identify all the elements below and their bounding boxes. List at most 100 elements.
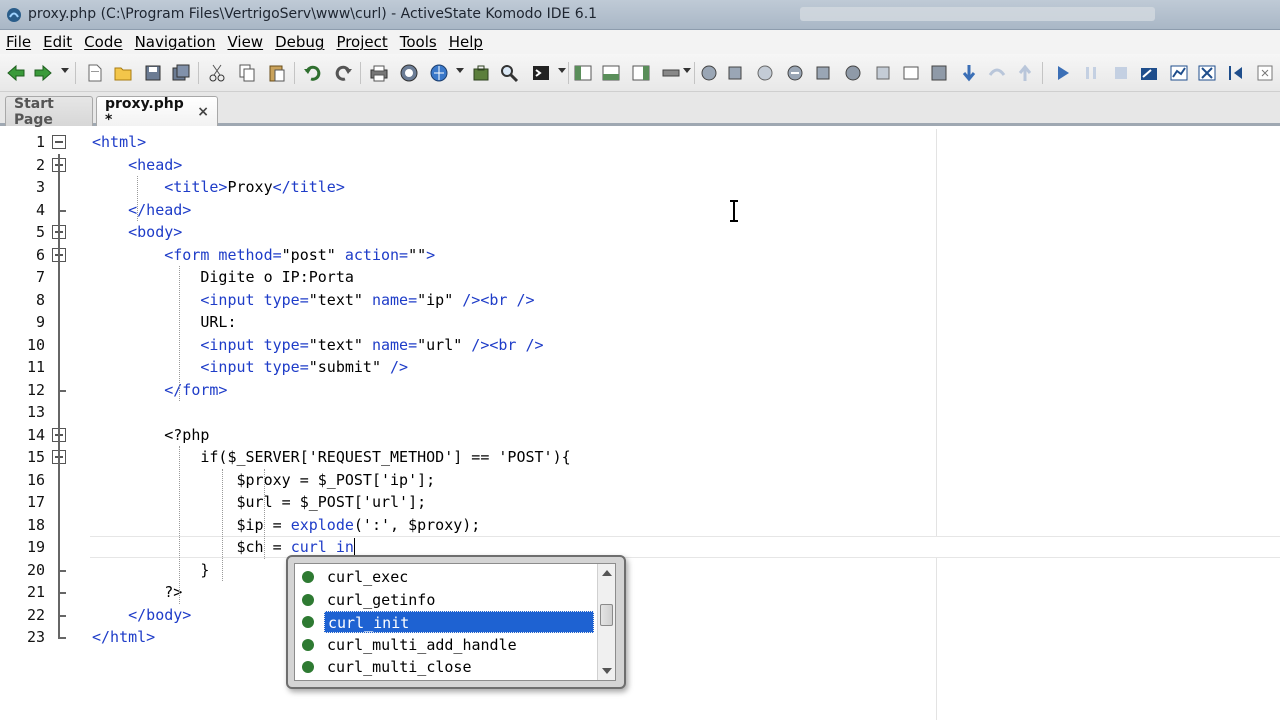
code-line[interactable]: <input type="text" name="ip" /><br /> <box>92 289 534 311</box>
code-line[interactable]: Digite o IP:Porta <box>92 266 354 288</box>
preview-icon[interactable] <box>398 62 420 84</box>
debug-step-over-icon[interactable] <box>784 62 806 84</box>
browser-preview-icon[interactable] <box>428 62 450 84</box>
fold-toggle-icon[interactable] <box>52 135 66 149</box>
print-icon[interactable] <box>368 62 390 84</box>
undo-icon[interactable] <box>302 62 324 84</box>
autocomplete-item[interactable]: curl_multi_add_handle <box>295 634 599 657</box>
function-dot-icon <box>302 571 314 584</box>
code-line[interactable]: $ip = explode(':', $proxy); <box>92 514 480 536</box>
toolbox-icon[interactable] <box>470 62 492 84</box>
more-dropdown-icon[interactable] <box>683 68 691 73</box>
code-line[interactable]: <input type="text" name="url" /><br /> <box>92 334 543 356</box>
stop-disabled-icon[interactable] <box>1110 62 1132 84</box>
code-line[interactable]: </body> <box>92 604 191 626</box>
indent-guide <box>179 446 181 604</box>
chart-icon[interactable] <box>1168 62 1190 84</box>
find-icon[interactable] <box>498 62 520 84</box>
text-caret <box>353 538 355 556</box>
save-all-icon[interactable] <box>170 62 192 84</box>
fold-end-marker <box>58 614 66 617</box>
debug-step-in-icon[interactable] <box>754 62 776 84</box>
code-line[interactable]: ?> <box>92 581 182 603</box>
code-line[interactable]: <form method="post" action=""> <box>92 244 435 266</box>
pause-disabled-icon[interactable] <box>1080 62 1102 84</box>
new-file-icon[interactable] <box>84 62 106 84</box>
pane-left-icon[interactable] <box>572 62 594 84</box>
code-line[interactable]: <head> <box>92 154 182 176</box>
command-dropdown-icon[interactable] <box>558 68 566 73</box>
tab-proxy-php[interactable]: proxy.php * × <box>96 96 218 128</box>
code-line[interactable]: </html> <box>92 626 155 648</box>
autocomplete-popup[interactable]: curl_exec curl_getinfo curl_init curl_multi… <box>286 555 626 689</box>
komodo-app-icon <box>7 8 21 22</box>
menu-debug[interactable]: Debug <box>275 33 324 51</box>
code-line[interactable]: if($_SERVER['REQUEST_METHOD'] == 'POST')… <box>92 446 570 468</box>
pane-right-icon[interactable] <box>630 62 652 84</box>
menu-project[interactable]: Project <box>336 33 387 51</box>
code-line[interactable]: <html> <box>92 131 146 153</box>
run-icon[interactable] <box>1052 62 1074 84</box>
debug-settings-icon[interactable] <box>928 62 950 84</box>
tools-icon[interactable] <box>1196 62 1218 84</box>
autocomplete-item-label: curl_multi_add_handle <box>327 635 517 654</box>
step-over-disabled-icon[interactable] <box>986 62 1008 84</box>
close-icon[interactable]: × <box>197 104 209 120</box>
redo-icon[interactable] <box>332 62 354 84</box>
menu-navigation[interactable]: Navigation <box>135 33 216 51</box>
debug-go-icon[interactable] <box>698 62 720 84</box>
autocomplete-list[interactable]: curl_exec curl_getinfo curl_init curl_multi… <box>294 563 616 681</box>
code-line[interactable]: $url = $_POST['url']; <box>92 491 426 513</box>
autocomplete-item[interactable]: curl_multi_close <box>295 656 599 679</box>
autocomplete-item[interactable]: curl_getinfo <box>295 589 599 612</box>
autocomplete-scrollbar[interactable] <box>597 564 615 680</box>
step-up-disabled-icon[interactable] <box>1014 62 1036 84</box>
indent-guide <box>179 266 181 401</box>
command-icon[interactable] <box>530 62 552 84</box>
debug-break-icon[interactable] <box>724 62 746 84</box>
debug-detach-icon[interactable] <box>842 62 864 84</box>
scroll-down-icon[interactable] <box>602 668 612 674</box>
code-line[interactable]: <title>Proxy</title> <box>92 176 345 198</box>
toolbar <box>0 54 1280 92</box>
code-line[interactable]: <input type="submit" /> <box>92 356 408 378</box>
step-down-icon[interactable] <box>958 62 980 84</box>
code-line[interactable]: </form> <box>92 379 227 401</box>
menu-tools[interactable]: Tools <box>400 33 437 51</box>
debug-listen-icon[interactable] <box>900 62 922 84</box>
toolbar-overflow-icon[interactable] <box>1254 62 1276 84</box>
collapse-icon[interactable] <box>1226 62 1248 84</box>
code-editor[interactable]: 1 <html> 2 <head> 3 <title>Proxy</title> 4 <… <box>0 129 1280 720</box>
toolbar-more-icon[interactable] <box>660 62 682 84</box>
forward-icon[interactable] <box>32 62 54 84</box>
line-number: 4 <box>35 200 45 219</box>
history-dropdown-icon[interactable] <box>61 68 69 73</box>
save-icon[interactable] <box>142 62 164 84</box>
menu-view[interactable]: View <box>227 33 263 51</box>
pane-bottom-icon[interactable] <box>600 62 622 84</box>
window-title: proxy.php (C:\Program Files\VertrigoServ… <box>28 6 598 22</box>
code-line[interactable]: URL: <box>92 311 236 333</box>
code-line[interactable]: } <box>92 559 209 581</box>
tab-start-page[interactable]: Start Page <box>5 96 93 128</box>
paste-icon[interactable] <box>266 62 288 84</box>
menu-code[interactable]: Code <box>84 33 122 51</box>
debug-step-out-icon[interactable] <box>812 62 834 84</box>
menu-help[interactable]: Help <box>449 33 483 51</box>
code-line[interactable]: </head> <box>92 199 191 221</box>
cut-icon[interactable] <box>206 62 228 84</box>
debug-stop-icon[interactable] <box>872 62 894 84</box>
menu-edit[interactable]: Edit <box>43 33 72 51</box>
copy-icon[interactable] <box>236 62 258 84</box>
back-icon[interactable] <box>5 62 27 84</box>
code-line[interactable]: <?php <box>92 424 209 446</box>
scroll-thumb[interactable] <box>600 604 613 626</box>
open-folder-icon[interactable] <box>112 62 134 84</box>
output-icon[interactable] <box>1138 62 1160 84</box>
preview-dropdown-icon[interactable] <box>456 68 464 73</box>
autocomplete-item[interactable]: curl_exec <box>295 566 599 589</box>
scroll-up-icon[interactable] <box>602 570 612 576</box>
autocomplete-item[interactable]: curl_init <box>295 611 599 634</box>
code-line[interactable]: <body> <box>92 221 182 243</box>
menu-file[interactable]: File <box>6 33 31 51</box>
